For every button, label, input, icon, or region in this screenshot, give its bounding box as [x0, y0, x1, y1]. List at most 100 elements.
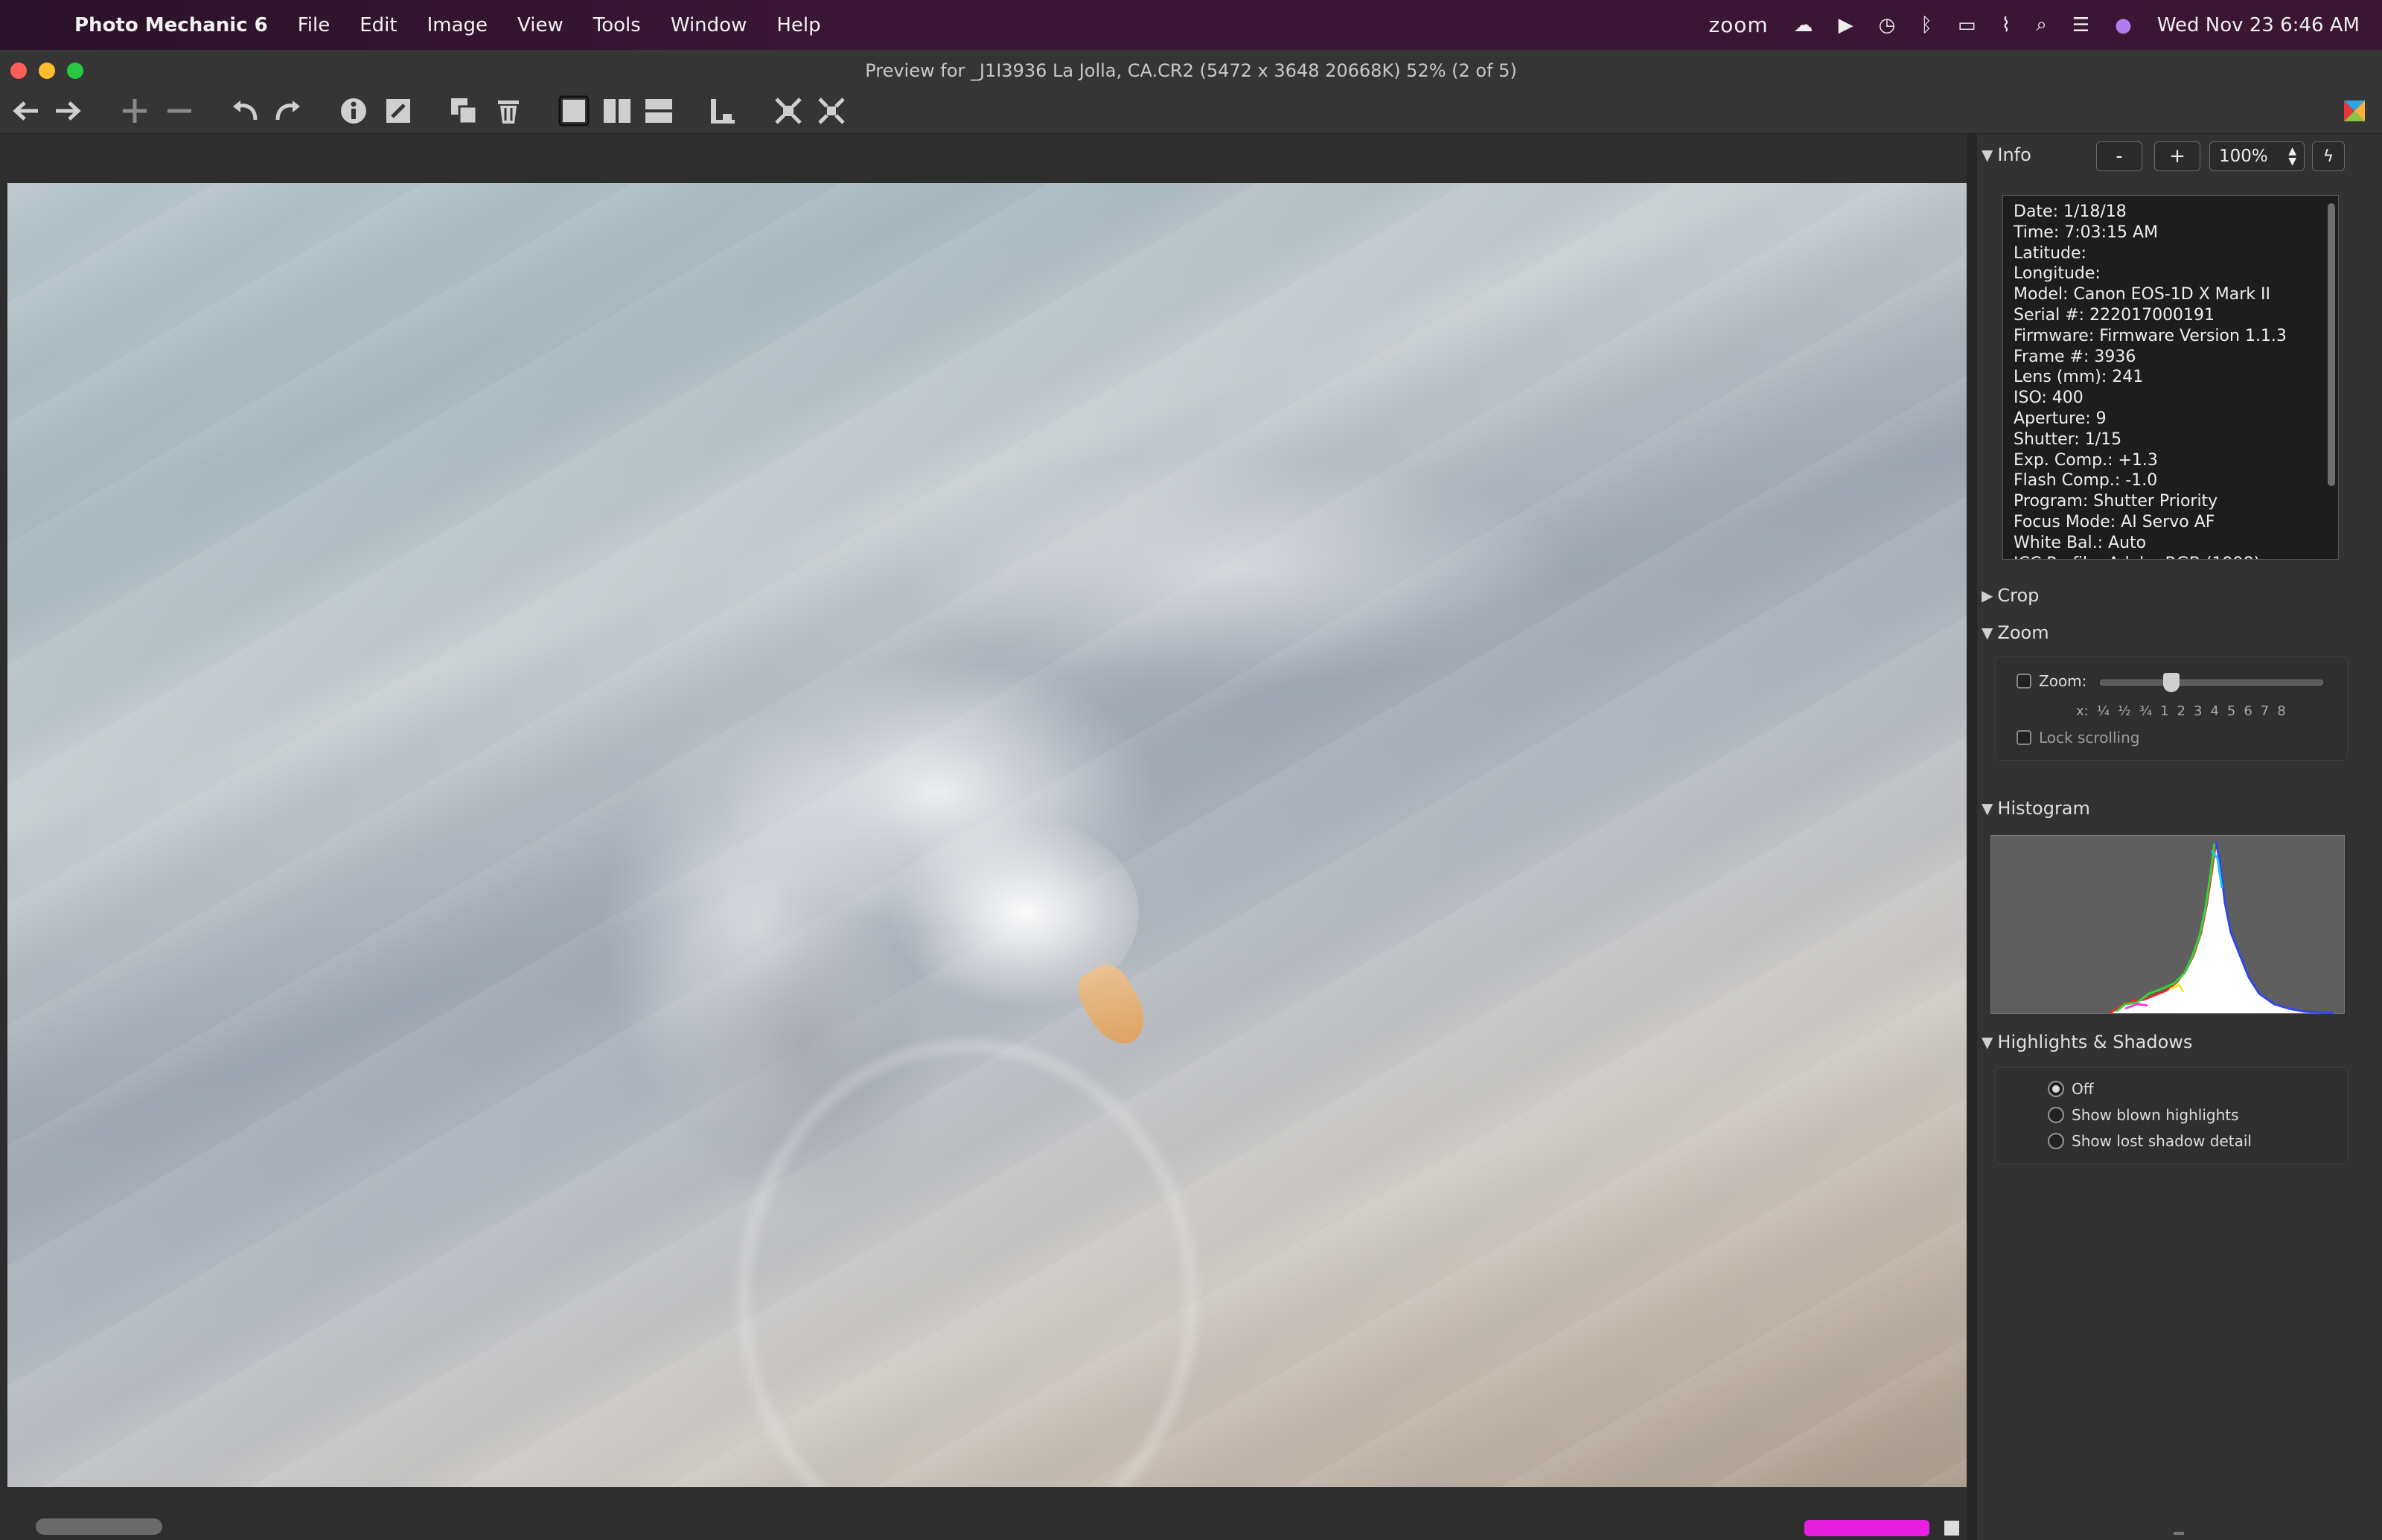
close-window-button[interactable] [10, 63, 27, 79]
zoom-tick: ½ [2118, 703, 2131, 719]
menu-window[interactable]: Window [671, 14, 747, 36]
menu-file[interactable]: File [298, 14, 331, 36]
trash-icon[interactable] [491, 94, 526, 128]
info-line-icc-profile: ICC Profile: Adobe RGB (1998) [2014, 554, 2328, 559]
clock-datetime[interactable]: Wed Nov 23 6:46 AM [2157, 14, 2360, 36]
hs-label-lost-shadow: Show lost shadow detail [2072, 1132, 2252, 1150]
info-metadata-box[interactable]: Date: 1/18/18 Time: 7:03:15 AM Latitude:… [2002, 195, 2339, 560]
zoom-checkbox[interactable] [2017, 674, 2031, 688]
inspector-panel: ▼ Info - + 100% ▲ ▼ ϟ Date: 1/18/18 Time:… [1977, 134, 2382, 1540]
menu-edit[interactable]: Edit [360, 14, 397, 36]
window-title: Preview for _J1I3936 La Jolla, CA.CR2 (5… [865, 60, 1517, 81]
zoom-plus-button[interactable]: + [2154, 141, 2200, 171]
edit-image-icon[interactable] [381, 94, 415, 128]
info-line-white-bal: White Bal.: Auto [2014, 533, 2147, 552]
fit-outward-icon[interactable] [814, 94, 849, 128]
highlights-shadows-box: Off Show blown highlights Show lost shad… [1995, 1067, 2348, 1164]
control-center-icon[interactable]: ☰ [2072, 14, 2089, 36]
info-line-serial: Serial #: 222017000191 [2014, 305, 2215, 325]
rotate-right-icon[interactable] [271, 94, 305, 128]
histogram-graph [1990, 835, 2345, 1015]
info-line-program: Program: Shutter Priority [2014, 492, 2218, 511]
zoom-tick: 4 [2210, 703, 2219, 719]
side-by-side-view-icon[interactable] [600, 94, 634, 128]
info-line-aperture: Aperture: 9 [2014, 409, 2107, 428]
zoom-percent-stepper[interactable]: 100% ▲ ▼ [2209, 141, 2305, 171]
back-arrow-icon[interactable] [9, 94, 43, 128]
zoom-tick: 6 [2244, 703, 2252, 719]
info-icon[interactable] [336, 94, 371, 128]
zoom-title: Zoom [1997, 622, 2049, 643]
align-bottom-icon[interactable] [706, 94, 740, 128]
zoom-box: Zoom: x: ¼ ½ ¾ 1 2 3 4 5 6 7 8 Lock scro… [1995, 656, 2348, 761]
forward-arrow-icon[interactable] [51, 94, 85, 128]
copy-icon[interactable] [447, 94, 481, 128]
menu-view[interactable]: View [517, 14, 563, 36]
highlights-shadows-section-header[interactable]: ▼ Highlights & Shadows [1982, 1032, 2192, 1052]
hs-option-blown-highlights[interactable]: Show blown highlights [2048, 1106, 2239, 1124]
battery-icon[interactable]: ▭ [1958, 14, 1976, 36]
histogram-section-header[interactable]: ▼ Histogram [1982, 798, 2090, 819]
bluetooth-icon[interactable]: ᛒ [1920, 14, 1932, 36]
hs-radio-lost-shadow[interactable] [2048, 1133, 2064, 1149]
time-machine-icon[interactable]: ◷ [1879, 14, 1896, 36]
menu-bar: Photo Mechanic 6 File Edit Image View To… [0, 0, 2382, 50]
menu-tools[interactable]: Tools [593, 14, 641, 36]
info-line-focus-mode: Focus Mode: AI Servo AF [2014, 512, 2215, 531]
search-icon[interactable]: ⌕ [2036, 13, 2047, 36]
info-line-shutter: Shutter: 1/15 [2014, 429, 2122, 449]
info-line-longitude: Longitude: [2014, 264, 2101, 284]
zoom-tick: 8 [2277, 703, 2286, 719]
menu-app-name[interactable]: Photo Mechanic 6 [74, 14, 268, 36]
panel-splitter[interactable] [1967, 134, 1977, 1540]
stacked-view-icon[interactable] [642, 94, 676, 128]
crop-section-header[interactable]: ▶ Crop [1982, 585, 2039, 606]
toolbar [0, 88, 2382, 134]
hs-option-off[interactable]: Off [2048, 1080, 2094, 1098]
zoom-minus-button[interactable]: - [2096, 141, 2142, 171]
status-area: zoom ☁ ▶ ◷ ᛒ ▭ ⌇ ⌕ ☰ ● Wed Nov 23 6:46 A… [1708, 0, 2360, 50]
horizontal-scrollbar[interactable] [36, 1518, 162, 1535]
hs-label-off: Off [2072, 1080, 2094, 1098]
color-label-bar[interactable] [1804, 1520, 1929, 1536]
siri-icon[interactable]: ● [2115, 14, 2132, 36]
zoom-x-label: x: [2076, 703, 2089, 719]
zoom-slider[interactable] [2100, 673, 2323, 692]
zoom-tick: ¾ [2139, 703, 2153, 719]
minimize-window-button[interactable] [39, 63, 55, 79]
menu-help[interactable]: Help [776, 14, 820, 36]
info-line-latitude: Latitude: [2014, 243, 2086, 263]
hs-option-lost-shadow[interactable]: Show lost shadow detail [2048, 1132, 2252, 1150]
info-section-header[interactable]: ▼ Info [1982, 144, 2031, 165]
info-line-exp-comp: Exp. Comp.: +1.3 [2014, 450, 2158, 470]
hs-radio-blown-highlights[interactable] [2048, 1107, 2064, 1123]
zoom-slider-thumb[interactable] [2163, 673, 2180, 692]
zoom-tick: 1 [2160, 703, 2169, 719]
zoom-tick: 2 [2177, 703, 2185, 719]
lock-scrolling-label: Lock scrolling [2039, 729, 2140, 747]
lightning-icon[interactable]: ϟ [2312, 141, 2345, 171]
info-scrollbar[interactable] [2328, 203, 2335, 486]
preview-image[interactable] [7, 183, 1967, 1487]
zoom-window-button[interactable] [67, 63, 83, 79]
panel-resize-grip[interactable] [2174, 1532, 2184, 1535]
play-icon[interactable]: ▶ [1839, 14, 1853, 36]
single-view-icon[interactable] [557, 94, 591, 128]
zoom-section-header[interactable]: ▼ Zoom [1982, 622, 2049, 643]
info-line-time: Time: 7:03:15 AM [2014, 223, 2159, 242]
wifi-off-icon[interactable]: ⌇ [2002, 14, 2011, 36]
zoom-status-item[interactable]: zoom [1708, 13, 1768, 37]
preview-area [0, 134, 1967, 1540]
photo-mechanic-logo-icon [2337, 94, 2372, 128]
zoom-in-plus-icon[interactable] [118, 94, 152, 128]
tag-checkbox[interactable] [1944, 1521, 1959, 1536]
menu-image[interactable]: Image [427, 14, 488, 36]
hs-radio-off[interactable] [2048, 1081, 2064, 1097]
zoom-out-minus-icon[interactable] [162, 94, 197, 128]
lock-scrolling-checkbox[interactable] [2017, 730, 2031, 745]
creative-cloud-icon[interactable]: ☁ [1794, 14, 1813, 36]
histogram-plot [2110, 841, 2334, 1015]
rotate-left-icon[interactable] [228, 94, 262, 128]
info-line-model: Model: Canon EOS-1D X Mark II [2014, 285, 2270, 304]
fit-inward-icon[interactable] [771, 94, 805, 128]
